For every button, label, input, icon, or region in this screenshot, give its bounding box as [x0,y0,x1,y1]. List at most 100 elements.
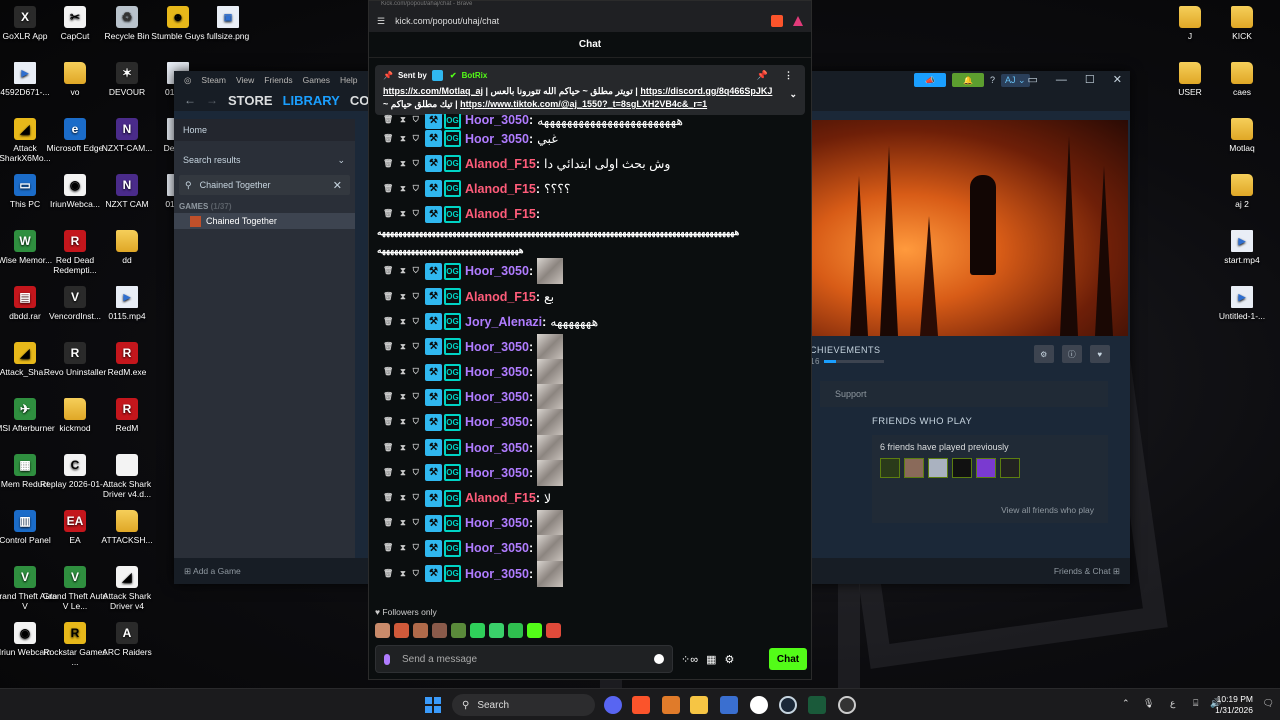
desktop-icon[interactable]: A ARC Raiders [92,622,162,657]
ban-icon[interactable]: ⛉ [413,266,419,276]
timeout-icon[interactable]: ⧗ [400,543,406,553]
desktop-icon[interactable]: dd [92,230,162,265]
chat-message[interactable]: 🗑 ⧗ ⛉ ⚒ OG Hoor_3050: [377,510,805,537]
delete-icon[interactable]: 🗑 [383,367,393,377]
chat-username[interactable]: Hoor_3050 [465,516,529,530]
app-icon[interactable] [808,696,826,714]
timeout-icon[interactable]: ⧗ [400,292,406,302]
desktop-icon[interactable]: KICK [1207,6,1277,41]
chat-image-thumbnail[interactable] [537,384,564,411]
pinned-link-discord[interactable]: https://discord.gg/8q466SpJKJ [640,86,772,96]
chat-username[interactable]: Alanod_F15 [465,157,536,171]
microphone-icon[interactable] [384,653,390,665]
delete-icon[interactable]: 🗑 [383,115,393,125]
close-icon[interactable]: ✕ [1113,73,1122,86]
chat-image-thumbnail[interactable] [537,359,564,386]
chat-username[interactable]: Hoor_3050 [465,567,529,581]
chat-message[interactable]: 🗑 ⧗ ⛉ ⚒ OG Hoor_3050: [377,258,805,285]
chat-image-thumbnail[interactable] [537,333,564,360]
favorite-heart-icon[interactable]: ♥ [1090,345,1110,363]
chat-message[interactable]: 🗑 ⧗ ⛉ ⚒ OG Alanod_F15: ؟؟؟؟ [377,176,805,201]
chat-message[interactable]: 🗑 ⧗ ⛉ ⚒ OG Jory_Alenazi: هههههههه [377,309,805,334]
timeout-icon[interactable]: ⧗ [400,159,406,169]
support-link[interactable]: Support [820,381,1108,407]
ban-icon[interactable]: ⛉ [413,134,419,144]
timeout-icon[interactable]: ⧗ [400,367,406,377]
desktop-icon[interactable]: aj 2 [1207,174,1277,209]
chat-username[interactable]: Hoor_3050 [465,264,529,278]
ban-icon[interactable]: ⛉ [413,292,419,302]
menu-friends[interactable]: Friends [264,75,292,85]
chat-message[interactable]: 🗑 ⧗ ⛉ ⚒ OG Alanod_F15: [377,202,805,227]
user-menu[interactable]: AJ ⌄ [1001,73,1030,87]
nav-store[interactable]: STORE [228,93,273,108]
file-explorer-icon[interactable] [690,696,708,714]
delete-icon[interactable]: 🗑 [383,134,393,144]
chat-username[interactable]: Hoor_3050 [465,114,529,127]
timeout-icon[interactable]: ⧗ [400,518,406,528]
pinned-link-tiktok[interactable]: https://www.tiktok.com/@aj_1550?_t=8sgLX… [460,99,707,109]
url-text[interactable]: kick.com/popout/uhaj/chat [395,16,761,26]
delete-icon[interactable]: 🗑 [383,569,393,579]
taskbar-search[interactable]: ⚲ Search [452,694,595,716]
ban-icon[interactable]: ⛉ [413,443,419,453]
friend-avatar[interactable] [952,458,972,478]
delete-icon[interactable]: 🗑 [383,292,393,302]
desktop-icon[interactable]: ▶ Untitled-1-... [1207,286,1277,321]
chat-image-thumbnail[interactable] [537,409,564,436]
chat-image-thumbnail[interactable] [537,459,564,486]
big-picture-icon[interactable]: ▭ [1028,73,1038,86]
chevron-down-icon[interactable]: ⌄ [789,89,797,100]
brave-rewards-icon[interactable] [793,16,803,26]
settings-gear-icon[interactable]: ⚙ [724,653,734,666]
kicks-icon[interactable]: ⁘∞ [681,653,698,666]
chat-username[interactable]: Hoor_3050 [465,365,529,379]
ban-icon[interactable]: ⛉ [413,569,419,579]
iriun-icon[interactable] [750,696,768,714]
pinned-link-x[interactable]: https://x.com/Motlaq_aj [383,86,483,96]
app-icon[interactable] [838,696,856,714]
emote[interactable] [432,623,447,638]
chat-message[interactable]: 🗑 ⧗ ⛉ ⚒ OG Hoor_3050: [377,384,805,411]
notification-bell-icon[interactable]: 🔔 [952,73,984,87]
settings-gear-icon[interactable]: ⚙ [1034,345,1054,363]
chat-username[interactable]: Hoor_3050 [465,541,529,555]
emote[interactable] [394,623,409,638]
library-search-input[interactable]: ⚲ Chained Together ✕ [179,175,350,195]
delete-icon[interactable]: 🗑 [383,468,393,478]
emote[interactable] [489,623,504,638]
emote[interactable] [508,623,523,638]
chat-message[interactable]: 🗑 ⧗ ⛉ ⚒ OG Hoor_3050: [377,459,805,486]
microphone-icon[interactable]: 🎙 [1143,698,1154,709]
network-icon[interactable]: ⌸ [1193,698,1198,709]
emoji-icon[interactable] [654,654,664,664]
delete-icon[interactable]: 🗑 [383,443,393,453]
games-category[interactable]: GAMES (1/37) [174,199,355,213]
notification-icon[interactable]: 🗨 [1263,698,1274,709]
timeout-icon[interactable]: ⧗ [400,443,406,453]
discord-icon[interactable] [604,696,622,714]
brave-shield-icon[interactable] [771,15,783,27]
search-results-dropdown[interactable]: Search results ⌄ [174,149,355,171]
emote[interactable] [470,623,485,638]
ban-icon[interactable]: ⛉ [413,392,419,402]
delete-icon[interactable]: 🗑 [383,392,393,402]
chat-message[interactable]: 🗑 ⧗ ⛉ ⚒ OG Hoor_3050: [377,560,805,587]
chevron-up-icon[interactable]: ⌃ [1122,698,1130,709]
chat-username[interactable]: Hoor_3050 [465,132,529,146]
desktop-icon[interactable]: Motlaq [1207,118,1277,153]
chat-message[interactable]: 🗑 ⧗ ⛉ ⚒ OG Hoor_3050: غبي [377,126,805,151]
desktop-icon[interactable]: ATTACKSH... [92,510,162,545]
desktop-icon[interactable]: ◢ Attack Shark Driver v4 [92,566,162,611]
address-bar[interactable]: ☰ kick.com/popout/uhaj/chat [369,10,811,32]
chat-username[interactable]: Alanod_F15 [465,182,536,196]
chat-message[interactable]: 🗑 ⧗ ⛉ ⚒ OG Hoor_3050: [377,434,805,461]
ban-icon[interactable]: ⛉ [413,417,419,427]
timeout-icon[interactable]: ⧗ [400,342,406,352]
chat-image-thumbnail[interactable] [537,560,564,587]
menu-help[interactable]: Help [340,75,357,85]
delete-icon[interactable]: 🗑 [383,543,393,553]
ban-icon[interactable]: ⛉ [413,317,419,327]
emote[interactable] [413,623,428,638]
timeout-icon[interactable]: ⧗ [400,134,406,144]
